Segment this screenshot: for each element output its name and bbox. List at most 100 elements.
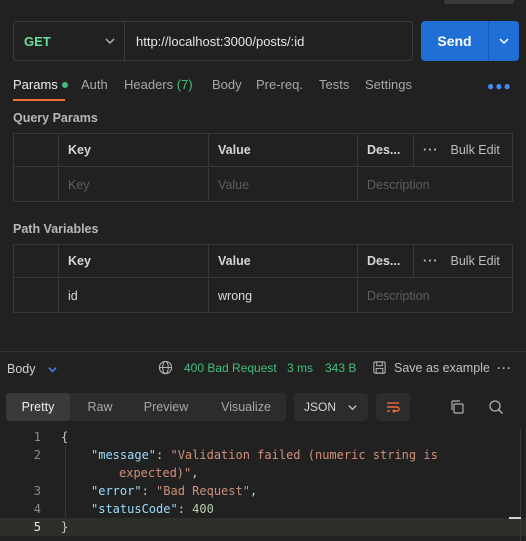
copy-icon[interactable] <box>449 399 465 415</box>
json-key: "message" <box>91 448 157 462</box>
json-string: "Bad Request" <box>156 484 250 498</box>
more-options-icon[interactable]: ··· <box>423 254 439 268</box>
status-badge[interactable]: 400 Bad Request <box>184 361 277 375</box>
search-icon[interactable] <box>488 399 504 415</box>
table-header-row: Key Value Des... ··· Bulk Edit <box>14 245 512 278</box>
response-body-label[interactable]: Body <box>7 362 36 376</box>
table-row: id wrong Description <box>14 279 512 312</box>
request-tabs: Params Auth Headers (7) Body Pre-req. Te… <box>0 74 526 102</box>
line-number: 2 <box>33 448 41 462</box>
description-column-header: Des... <box>358 134 414 166</box>
tab-tests[interactable]: Tests <box>319 77 349 92</box>
code-text: { <box>61 430 69 444</box>
code-line: 4 "statusCode": 400 <box>0 500 526 518</box>
tab-params[interactable]: Params <box>13 77 68 92</box>
chevron-down-icon <box>499 38 509 45</box>
tab-body[interactable]: Body <box>212 77 242 92</box>
more-options-icon[interactable]: ··· <box>423 143 439 157</box>
json-key: "statusCode" <box>91 502 178 516</box>
editor-scroll-track[interactable] <box>520 429 521 541</box>
checkbox-column <box>14 245 59 277</box>
code-text: } <box>61 520 69 534</box>
bulk-edit-button[interactable]: ··· Bulk Edit <box>414 134 512 166</box>
response-body-editor[interactable]: 1 { 2 "message": "Validation failed (num… <box>0 427 526 541</box>
json-key: "error" <box>91 484 142 498</box>
description-input[interactable]: Description <box>358 279 512 312</box>
tab-raw[interactable]: Raw <box>76 393 124 421</box>
tab-headers[interactable]: Headers (7) <box>124 77 193 92</box>
value-input[interactable]: wrong <box>209 279 358 312</box>
tab-prereq[interactable]: Pre-req. <box>256 77 303 92</box>
code-line-wrapped: expected)", <box>0 464 526 482</box>
tab-visualize[interactable]: Visualize <box>208 393 284 421</box>
bulk-edit-label: Bulk Edit <box>450 254 500 268</box>
path-variables-table: Key Value Des... ··· Bulk Edit id wrong D… <box>13 244 513 313</box>
chevron-down-icon <box>105 38 115 45</box>
bulk-edit-label: Bulk Edit <box>450 143 500 157</box>
tab-preview[interactable]: Preview <box>132 393 200 421</box>
key-input[interactable]: Key <box>59 168 209 201</box>
tab-settings[interactable]: Settings <box>365 77 412 92</box>
params-indicator-dot <box>61 81 68 88</box>
description-column-header: Des... <box>358 245 414 277</box>
code-text: "error": "Bad Request", <box>91 484 258 498</box>
value-input[interactable]: Value <box>209 168 358 201</box>
code-line: 3 "error": "Bad Request", <box>0 482 526 500</box>
save-as-example-button[interactable]: Save as example <box>394 361 490 375</box>
method-select[interactable]: GET <box>14 22 125 60</box>
code-text: "message": "Validation failed (numeric s… <box>91 448 438 462</box>
code-line-current: 5 } <box>0 518 526 536</box>
code-line: 1 { <box>0 428 526 446</box>
send-button[interactable]: Send <box>421 21 519 61</box>
line-number: 1 <box>33 430 41 444</box>
more-options-icon[interactable]: ··· <box>497 361 512 375</box>
globe-icon[interactable] <box>158 360 173 375</box>
send-label: Send <box>437 33 472 49</box>
more-options-icon[interactable]: ●●● <box>487 79 512 93</box>
bulk-edit-button[interactable]: ··· Bulk Edit <box>414 245 512 277</box>
key-input[interactable]: id <box>59 279 209 312</box>
path-variables-title: Path Variables <box>13 222 99 236</box>
top-strip <box>0 0 526 8</box>
headers-count: (7) <box>176 77 193 92</box>
code-line: 2 "message": "Validation failed (numeric… <box>0 446 526 464</box>
response-view-tabs: Pretty Raw Preview Visualize <box>6 393 286 421</box>
url-input[interactable]: http://localhost:3000/posts/:id <box>125 34 304 49</box>
request-bar: GET http://localhost:3000/posts/:id <box>13 21 413 61</box>
format-label: JSON <box>304 400 337 414</box>
response-size[interactable]: 343 B <box>325 361 356 375</box>
value-column-header: Value <box>209 134 358 166</box>
tab-headers-label: Headers <box>124 77 174 92</box>
table-row: Key Value Description <box>14 168 512 201</box>
json-string: expected)" <box>119 466 192 480</box>
query-params-title: Query Params <box>13 111 98 125</box>
response-time[interactable]: 3 ms <box>287 361 313 375</box>
json-number: 400 <box>192 502 214 516</box>
format-select[interactable]: JSON <box>294 393 368 421</box>
tab-auth[interactable]: Auth <box>81 77 108 92</box>
checkbox-column <box>14 134 59 166</box>
wrap-lines-button[interactable] <box>376 393 410 421</box>
query-params-table: Key Value Des... ··· Bulk Edit Key Value … <box>13 133 513 202</box>
chevron-down-icon <box>348 405 357 411</box>
code-text: "statusCode": 400 <box>91 502 214 516</box>
editor-scroll-marker <box>509 517 521 519</box>
line-number: 3 <box>33 484 41 498</box>
table-header-row: Key Value Des... ··· Bulk Edit <box>14 134 512 167</box>
description-input[interactable]: Description <box>358 168 512 201</box>
code-text: expected)", <box>119 466 199 480</box>
key-column-header: Key <box>59 134 209 166</box>
response-header: Body 400 Bad Request 3 ms 343 B Save as … <box>0 352 526 384</box>
top-strip-tab[interactable] <box>444 0 514 4</box>
active-tab-underline <box>13 99 65 101</box>
tab-pretty[interactable]: Pretty <box>6 393 70 421</box>
method-label: GET <box>24 33 51 49</box>
tab-params-label: Params <box>13 77 58 92</box>
save-icon[interactable] <box>372 360 387 375</box>
key-column-header: Key <box>59 245 209 277</box>
json-string: "Validation failed (numeric string is <box>170 448 438 462</box>
row-checkbox-cell <box>14 168 59 201</box>
value-column-header: Value <box>209 245 358 277</box>
chevron-down-icon[interactable] <box>47 364 58 375</box>
send-options-button[interactable] <box>488 21 519 61</box>
